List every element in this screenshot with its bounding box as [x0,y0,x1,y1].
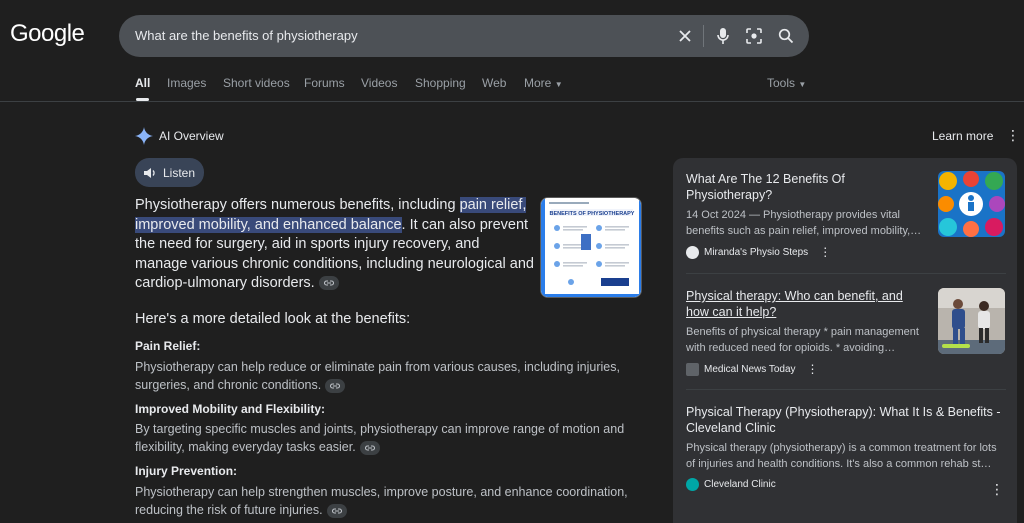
source-divider [686,273,1006,274]
benefit-text: By targeting specific muscles and joints… [135,420,645,456]
source-site-name: Medical News Today [704,363,796,375]
listen-button[interactable]: Listen [135,158,204,187]
tab-short-videos[interactable]: Short videos [223,76,290,90]
source-card[interactable]: What Are The 12 Benefits Of Physiotherap… [686,171,1006,259]
gemini-sparkle-icon [135,127,153,145]
site-favicon-icon [686,478,699,491]
more-options-icon[interactable]: ⋮ [990,482,1004,496]
clear-icon[interactable] [675,26,695,46]
highlighted-text[interactable]: pain relief, [459,197,527,213]
tab-forums[interactable]: Forums [304,76,345,90]
tab-more-label: More [524,76,552,90]
source-thumbnail[interactable] [938,288,1005,354]
tools-button[interactable]: Tools ▼ [767,76,806,90]
source-site-name: Cleveland Clinic [704,479,776,490]
source-title[interactable]: Physical Therapy (Physiotherapy): What I… [686,404,1006,436]
benefit-body: Physiotherapy can help strengthen muscle… [135,485,628,517]
microphone-icon[interactable] [713,26,733,46]
tab-web[interactable]: Web [482,76,506,90]
benefit-text: Physiotherapy can help reduce or elimina… [135,358,645,394]
tab-videos[interactable]: Videos [361,76,397,90]
benefit-heading: Improved Mobility and Flexibility: [135,402,326,416]
benefit-heading: Injury Prevention: [135,464,238,478]
ai-overview-title: AI Overview [159,129,224,143]
search-bar[interactable]: What are the benefits of physiotherapy [119,15,809,57]
header-divider [0,101,1024,102]
learn-more-link[interactable]: Learn more [932,129,993,143]
tab-images[interactable]: Images [167,76,206,90]
search-divider [703,25,704,47]
search-tabs: All Images Short videos Forums Videos Sh… [0,76,1024,102]
site-favicon-icon [686,362,699,376]
caret-down-icon: ▼ [554,80,563,89]
more-options-icon[interactable]: ⋮ [807,362,819,376]
source-site-name: Miranda's Physio Steps [704,246,809,258]
benefit-heading: Pain Relief: [135,339,201,353]
lens-icon[interactable] [744,26,764,46]
source-site: Medical News Today ⋮ [686,362,1006,376]
tab-shopping[interactable]: Shopping [415,76,466,90]
infographic-title: BENEFITS OF PHYSIOTHERAPY [550,211,635,217]
ai-overview-header: AI Overview [135,127,224,145]
citation-link-icon[interactable] [326,503,347,518]
tab-more[interactable]: More ▼ [524,76,563,90]
search-input[interactable]: What are the benefits of physiotherapy [135,28,358,43]
caret-down-icon: ▼ [798,80,807,89]
source-divider [686,389,1006,390]
source-site: Cleveland Clinic [686,478,1006,491]
site-favicon-icon [686,245,699,259]
benefit-text: Physiotherapy can help strengthen muscle… [135,483,645,519]
benefit-body: Physiotherapy can help reduce or elimina… [135,360,620,392]
source-snippet: Benefits of physical therapy * pain mana… [686,326,919,354]
source-title[interactable]: Physical therapy: Who can benefit, and h… [686,288,926,320]
source-thumbnail[interactable] [938,171,1005,237]
source-title[interactable]: What Are The 12 Benefits Of Physiotherap… [686,171,926,203]
more-options-icon[interactable]: ⋮ [1006,128,1020,142]
summary-text: . It can also prevent [401,216,529,233]
source-site: Miranda's Physio Steps ⋮ [686,245,1006,259]
citation-link-icon[interactable] [318,276,339,291]
citation-link-icon[interactable] [325,378,346,393]
listen-label: Listen [163,165,196,180]
source-snippet: Physical therapy (physiotherapy) is a co… [686,442,997,470]
summary-text: Physiotherapy offers numerous benefits, … [135,197,460,213]
speaker-icon [144,167,155,178]
citation-link-icon[interactable] [359,440,380,455]
ai-overview-summary: Physiotherapy offers numerous benefits, … [135,196,535,294]
source-snippet: 14 Oct 2024 — Physiotherapy provides vit… [686,209,922,237]
more-options-icon[interactable]: ⋮ [819,245,831,259]
source-card[interactable]: Physical Therapy (Physiotherapy): What I… [686,404,1006,491]
tab-all[interactable]: All [135,76,150,90]
infographic-thumbnail[interactable]: BENEFITS OF PHYSIOTHERAPY [540,197,642,298]
tools-label: Tools [767,76,796,90]
highlighted-text[interactable]: improved mobility, and enhanced balance [135,216,402,233]
source-card[interactable]: Physical therapy: Who can benefit, and h… [686,288,1006,376]
search-icon[interactable] [776,26,796,46]
benefits-subheading: Here's a more detailed look at the benef… [135,311,411,327]
google-logo[interactable]: Google [10,20,85,48]
